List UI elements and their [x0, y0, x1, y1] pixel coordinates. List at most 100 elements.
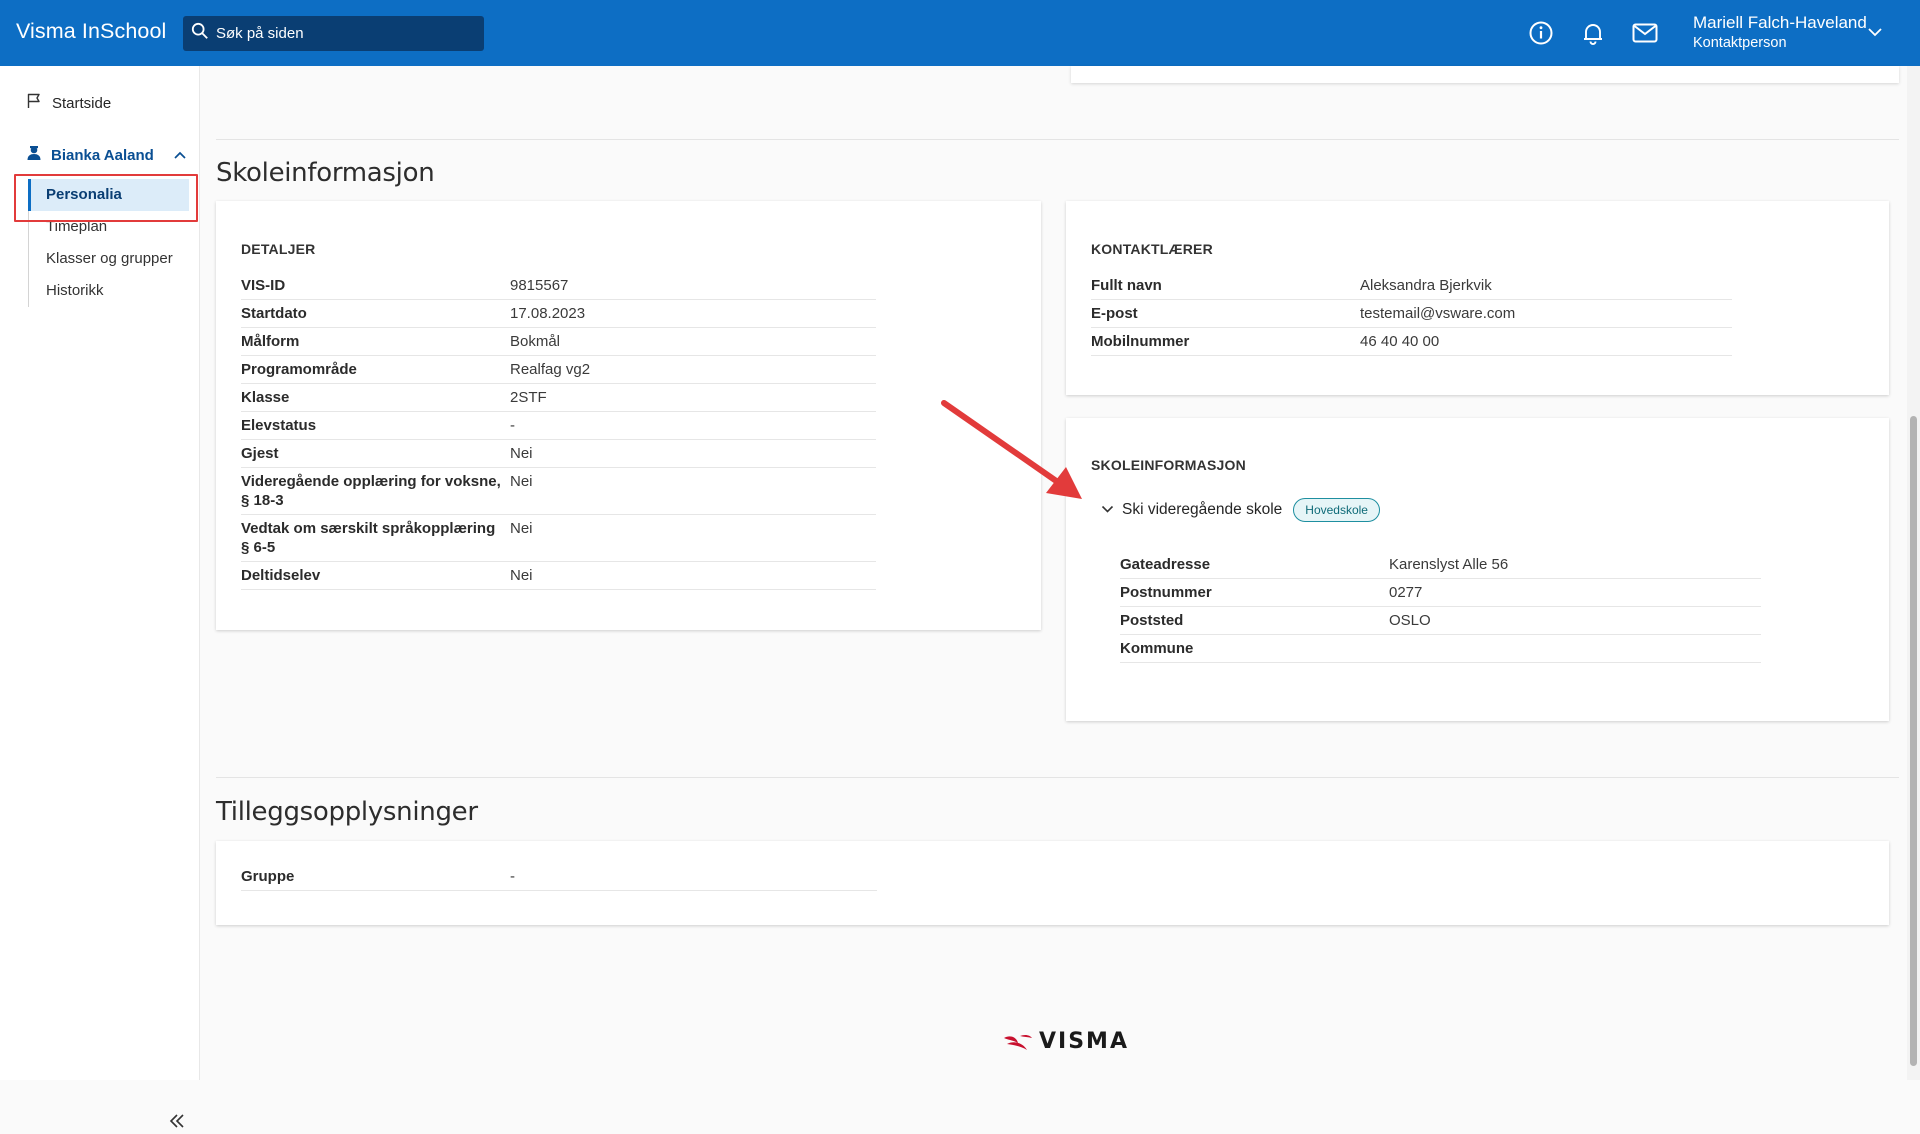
detail-label: Poststed: [1120, 612, 1184, 629]
card-heading: SKOLEINFORMASJON: [1091, 457, 1246, 473]
detail-row: Postnummer 0277: [1120, 579, 1761, 607]
detail-value: Nei: [510, 567, 533, 584]
detail-value: Realfag vg2: [510, 361, 591, 378]
sidebar-sub-list: Personalia Timeplan Klasser og grupper H…: [28, 179, 190, 307]
card-heading: KONTAKTLÆRER: [1091, 241, 1213, 257]
school-expander[interactable]: Ski videregående skole Hovedskole: [1101, 498, 1380, 522]
detail-row: VIS-ID 9815567: [241, 272, 876, 300]
card-heading: DETALJER: [241, 241, 316, 257]
detail-row: Startdato 17.08.2023: [241, 300, 876, 328]
section-title-tilleggsopplysninger: Tilleggsopplysninger: [216, 797, 478, 827]
detail-value: Nei: [510, 473, 533, 490]
detail-value: OSLO: [1389, 612, 1431, 629]
detail-value: 2STF: [510, 389, 547, 406]
search-input[interactable]: [216, 25, 476, 42]
detail-label: Gruppe: [241, 868, 295, 885]
section-divider: [216, 139, 1899, 140]
contact-teacher-list: Fullt navn Aleksandra Bjerkvik E-post test…: [1091, 272, 1732, 356]
details-list: VIS-ID 9815567 Startdato 17.08.2023 Målfor…: [241, 272, 876, 590]
user-name: Mariell Falch-Haveland: [1693, 13, 1867, 32]
search-icon: [191, 22, 209, 45]
detail-label: Videregående opplæring for voksne, § 18-…: [241, 473, 501, 509]
sidebar-student-group[interactable]: Bianka Aaland: [26, 145, 187, 165]
detail-row: Vedtak om særskilt språkopplæring § 6-5 N…: [241, 515, 876, 562]
contact-teacher-card: KONTAKTLÆRER Fullt navn Aleksandra Bjerkv…: [1066, 201, 1889, 395]
detail-row: Klasse 2STF: [241, 384, 876, 412]
sidebar-item-label: Startside: [52, 94, 112, 112]
scrollbar-thumb[interactable]: [1910, 416, 1917, 1066]
extra-info-card: Gruppe -: [216, 841, 1889, 925]
visma-wordmark: VISMA: [1039, 1029, 1129, 1054]
detail-label: Klasse: [241, 389, 290, 406]
detail-row: Målform Bokmål: [241, 328, 876, 356]
detail-label: Startdato: [241, 305, 307, 322]
sidebar-item-timeplan[interactable]: Timeplan: [29, 211, 190, 243]
detail-label: Postnummer: [1120, 584, 1212, 601]
status-badge: Hovedskole: [1293, 498, 1380, 522]
detail-value: Nei: [510, 445, 533, 462]
detail-value: Aleksandra Bjerkvik: [1360, 277, 1492, 294]
search-box[interactable]: [183, 16, 484, 51]
details-card: DETALJER VIS-ID 9815567 Startdato 17.08.20…: [216, 201, 1041, 630]
detail-row: Fullt navn Aleksandra Bjerkvik: [1091, 272, 1732, 300]
detail-label: Kommune: [1120, 640, 1194, 657]
student-icon: [26, 145, 42, 165]
section-divider: [216, 777, 1899, 778]
detail-label: VIS-ID: [241, 277, 286, 294]
app-title[interactable]: Visma InSchool: [16, 19, 166, 44]
flag-icon: [26, 93, 42, 113]
detail-label: Fullt navn: [1091, 277, 1162, 294]
detail-label: Elevstatus: [241, 417, 317, 434]
detail-value: Karenslyst Alle 56: [1389, 556, 1509, 573]
previous-card-edge: [1071, 66, 1899, 83]
detail-label: Mobilnummer: [1091, 333, 1190, 350]
student-name: Bianka Aaland: [51, 146, 154, 164]
page-scrollbar[interactable]: [1907, 66, 1920, 1080]
section-title-skoleinformasjon: Skoleinformasjon: [216, 158, 435, 188]
collapse-sidebar-icon[interactable]: [168, 1113, 186, 1134]
detail-value: 9815567: [510, 277, 569, 294]
visma-logo-mark: [1004, 1034, 1032, 1050]
chevron-down-icon[interactable]: [1101, 501, 1114, 519]
detail-value: -: [510, 868, 515, 885]
detail-label: Gjest: [241, 445, 279, 462]
detail-label: Gateadresse: [1120, 556, 1211, 573]
mail-icon[interactable]: [1632, 20, 1658, 46]
detail-row: Gateadresse Karenslyst Alle 56: [1120, 551, 1761, 579]
detail-row: Deltidselev Nei: [241, 562, 876, 590]
bell-icon[interactable]: [1580, 20, 1606, 46]
detail-row: E-post testemail@vsware.com: [1091, 300, 1732, 328]
info-icon[interactable]: [1528, 20, 1554, 46]
chevron-down-icon[interactable]: [1867, 25, 1883, 43]
detail-value: 0277: [1389, 584, 1423, 601]
sidebar-item-klasser-og-grupper[interactable]: Klasser og grupper: [29, 243, 190, 275]
detail-label: Vedtak om særskilt språkopplæring § 6-5: [241, 520, 496, 556]
detail-row: Videregående opplæring for voksne, § 18-…: [241, 468, 876, 515]
detail-value: testemail@vsware.com: [1360, 305, 1516, 322]
detail-row: Gruppe -: [241, 863, 877, 891]
detail-label: Deltidselev: [241, 567, 321, 584]
school-address-list: Gateadresse Karenslyst Alle 56 Postnummer…: [1120, 551, 1761, 663]
detail-row: Poststed OSLO: [1120, 607, 1761, 635]
detail-row: Kommune: [1120, 635, 1761, 663]
detail-value: 17.08.2023: [510, 305, 586, 322]
detail-value: Nei: [510, 520, 533, 537]
detail-row: Mobilnummer 46 40 40 00: [1091, 328, 1732, 356]
chevron-up-icon[interactable]: [173, 147, 187, 164]
sidebar-item-personalia[interactable]: Personalia: [28, 179, 189, 211]
visma-logo: VISMA: [1003, 1029, 1129, 1054]
sidebar-item-home[interactable]: Startside: [26, 93, 111, 113]
extra-info-list: Gruppe -: [241, 863, 877, 891]
user-menu[interactable]: Mariell Falch-Haveland Kontaktperson: [1693, 12, 1867, 53]
detail-row: Programområde Realfag vg2: [241, 356, 876, 384]
school-name: Ski videregående skole: [1122, 501, 1283, 518]
detail-label: Målform: [241, 333, 300, 350]
sidebar-item-historikk[interactable]: Historikk: [29, 275, 190, 307]
user-role: Kontaktperson: [1693, 35, 1787, 51]
detail-value: Bokmål: [510, 333, 561, 350]
top-bar: Visma InSchool Mariell Falch-Haveland Ko…: [0, 0, 1920, 66]
detail-label: E-post: [1091, 305, 1138, 322]
detail-value: 46 40 40 00: [1360, 333, 1440, 350]
detail-value: -: [510, 417, 515, 434]
detail-row: Gjest Nei: [241, 440, 876, 468]
